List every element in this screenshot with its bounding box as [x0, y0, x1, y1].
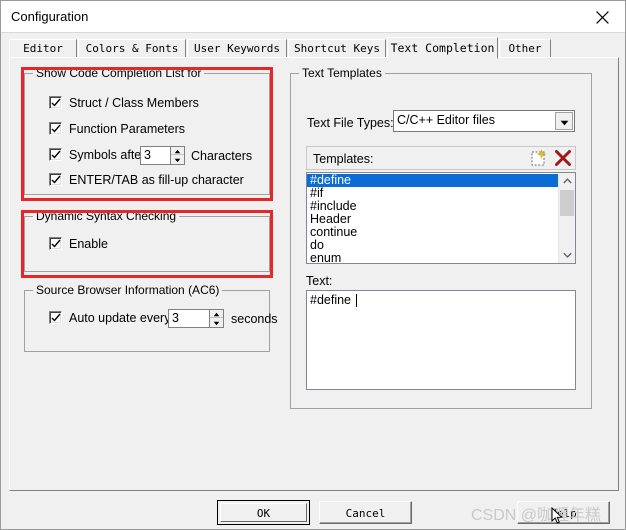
group-title-text-templates: Text Templates [299, 66, 385, 80]
checkbox-box [49, 148, 62, 161]
cancel-button-label: Cancel [345, 507, 386, 520]
auto-update-suffix: seconds [231, 312, 278, 326]
templates-scrollbar[interactable] [558, 173, 575, 263]
list-item[interactable]: continue [307, 226, 575, 239]
templates-toolbar: Templates: [306, 146, 576, 170]
symbols-after-spin-buttons [170, 146, 185, 165]
spin-up-icon[interactable] [210, 310, 223, 318]
spin-up-icon[interactable] [171, 147, 184, 155]
text-file-types-select[interactable]: C/C++ Editor files [393, 110, 575, 132]
group-source-browser-information: Source Browser Information (AC6) Auto up… [24, 283, 278, 352]
scroll-down-icon[interactable] [559, 247, 575, 263]
group-title-code-completion: Show Code Completion List for [33, 66, 205, 80]
ok-button-label: OK [256, 507, 271, 520]
text-label: Text: [306, 274, 333, 288]
template-text-editor[interactable]: #define [306, 290, 576, 390]
checkbox-box [49, 122, 62, 135]
checkbox-struct-class-members[interactable]: Struct / Class Members [49, 96, 199, 110]
auto-update-input[interactable]: 3 [168, 309, 210, 328]
close-icon[interactable] [580, 1, 625, 31]
tab-strip: Editor Colors & Fonts User Keywords Shor… [9, 37, 619, 59]
help-button-label: Help [550, 507, 577, 520]
list-item[interactable]: enum [307, 252, 575, 264]
chevron-down-icon[interactable] [555, 112, 573, 130]
tab-shortcut-keys[interactable]: Shortcut Keys [288, 39, 386, 58]
tab-text-completion[interactable]: Text Completion [387, 37, 498, 59]
checkbox-label: Function Parameters [69, 122, 186, 136]
title-bar: Configuration [1, 1, 625, 33]
symbols-after-suffix: Characters [191, 149, 253, 163]
templates-label: Templates: [313, 152, 374, 166]
auto-update-stepper[interactable]: 3 [168, 309, 225, 328]
group-text-templates: Text Templates Text File Types: C/C++ Ed… [290, 66, 592, 409]
tab-user-keywords[interactable]: User Keywords [187, 39, 287, 58]
tab-other[interactable]: Other [499, 39, 551, 58]
tab-editor[interactable]: Editor [9, 39, 77, 58]
checkbox-box [49, 173, 62, 186]
tab-colors-fonts[interactable]: Colors & Fonts [78, 39, 186, 58]
new-template-icon[interactable] [529, 149, 551, 169]
templates-listbox[interactable]: #define #if #include Header continue do … [306, 172, 576, 264]
checkbox-dynamic-syntax-enable[interactable]: Enable [49, 237, 108, 251]
spin-down-icon[interactable] [171, 156, 184, 164]
list-item[interactable]: do [307, 239, 575, 252]
template-text-value: #define [310, 293, 355, 307]
symbols-after-input[interactable]: 3 [140, 146, 171, 165]
checkbox-symbols-after[interactable]: Symbols after [49, 148, 145, 162]
delete-template-icon[interactable] [553, 149, 575, 169]
text-caret [356, 294, 357, 307]
text-file-types-value: C/C++ Editor files [397, 113, 495, 127]
window-title: Configuration [11, 9, 89, 24]
configuration-dialog: Configuration Editor Colors & Fonts User… [0, 0, 626, 530]
checkbox-label: Auto update every [69, 311, 171, 325]
spin-down-icon[interactable] [210, 319, 223, 327]
text-file-types-label: Text File Types: [307, 116, 394, 130]
symbols-after-stepper[interactable]: 3 [140, 146, 185, 165]
group-title-source-browser: Source Browser Information (AC6) [33, 283, 223, 297]
checkbox-label: Enable [69, 237, 108, 251]
auto-update-spin-buttons [209, 309, 224, 328]
checkbox-label: ENTER/TAB as fill-up character [69, 173, 244, 187]
checkbox-box [49, 237, 62, 250]
group-title-dynamic-syntax: Dynamic Syntax Checking [33, 209, 180, 223]
checkbox-enter-tab-fillup[interactable]: ENTER/TAB as fill-up character [49, 173, 244, 187]
scroll-up-icon[interactable] [559, 173, 575, 189]
ok-button[interactable]: OK [217, 500, 310, 525]
help-button[interactable]: Help [517, 501, 610, 524]
cancel-button[interactable]: Cancel [319, 501, 412, 524]
checkbox-label: Symbols after [69, 148, 146, 162]
group-show-code-completion: Show Code Completion List for Struct / C… [24, 66, 270, 195]
scrollbar-thumb[interactable] [560, 190, 574, 216]
checkbox-auto-update[interactable]: Auto update every [49, 311, 170, 325]
checkbox-function-parameters[interactable]: Function Parameters [49, 122, 185, 136]
group-dynamic-syntax-checking: Dynamic Syntax Checking Enable [24, 209, 270, 272]
tab-page-text-completion: Show Code Completion List for Struct / C… [9, 57, 619, 491]
list-item[interactable]: #define [307, 174, 575, 187]
checkbox-box [49, 311, 62, 324]
checkbox-box [49, 96, 62, 109]
checkbox-label: Struct / Class Members [69, 96, 199, 110]
